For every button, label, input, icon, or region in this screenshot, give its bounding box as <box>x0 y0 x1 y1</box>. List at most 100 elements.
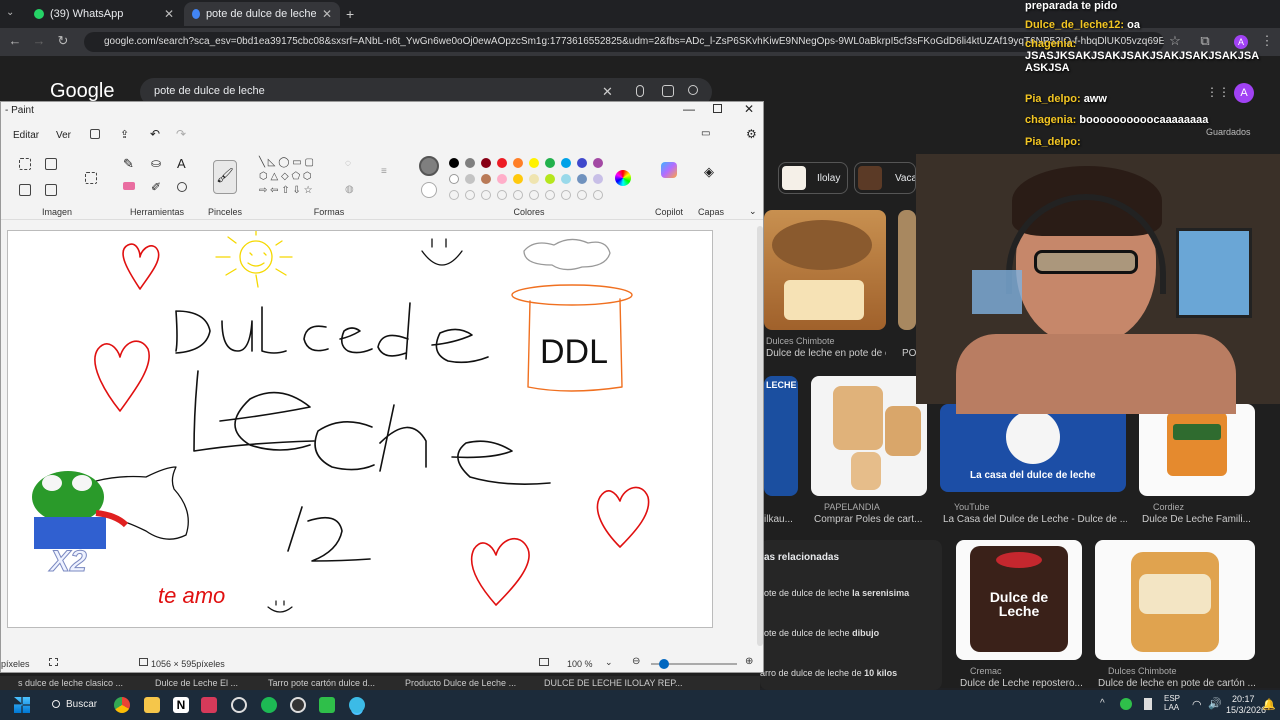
empty-swatch[interactable] <box>529 190 539 200</box>
chip-vaca[interactable]: Vaca <box>854 162 916 194</box>
tray-chevron-icon[interactable]: ^ <box>1100 698 1105 709</box>
empty-swatch[interactable] <box>577 190 587 200</box>
bottom-result[interactable]: Producto Dulce de Leche ... <box>405 678 516 688</box>
tab-list-button[interactable]: ⌄ <box>6 7 20 21</box>
fill-icon[interactable]: ⛀ <box>151 156 161 170</box>
empty-swatch[interactable] <box>561 190 571 200</box>
color-swatch[interactable] <box>593 158 603 168</box>
comment-icon[interactable]: ▭ <box>701 128 710 139</box>
zoom-out-icon[interactable]: ⊖ <box>632 656 640 667</box>
redo-icon[interactable]: ↷ <box>176 127 186 141</box>
spotify-icon[interactable] <box>261 697 277 713</box>
eraser-icon[interactable] <box>123 182 135 190</box>
outline-icon[interactable]: ◌ <box>345 158 351 169</box>
rotate-tool-icon[interactable] <box>45 184 57 196</box>
search-icon[interactable] <box>688 85 698 95</box>
wifi-icon[interactable]: ◠ <box>1192 698 1202 711</box>
empty-swatch[interactable] <box>545 190 555 200</box>
color-swatch[interactable] <box>545 174 555 184</box>
magnifier-icon[interactable] <box>177 182 187 192</box>
color-swatch[interactable] <box>577 174 587 184</box>
color-swatch[interactable] <box>465 174 475 184</box>
related-item[interactable]: ote de dulce de leche la serenisima <box>764 588 909 598</box>
url-field[interactable]: google.com/search?sca_esv=0bd1ea39175cbc… <box>84 32 1164 52</box>
tab-google-search[interactable]: pote de dulce de leche - Busca ✕ <box>184 2 340 26</box>
result-caption[interactable]: Dulce De Leche Famili... <box>1142 514 1257 525</box>
minimize-button[interactable]: — <box>683 102 695 116</box>
obs-icon[interactable] <box>290 697 306 713</box>
result-caption-partial-2[interactable]: ilkau... <box>764 514 793 525</box>
notion-icon[interactable]: N <box>173 697 189 713</box>
shapes-grid-icon[interactable]: ╲ ◺ ◯ ▭ ▢ ⬡ △ ◇ ⬠ ⬡ ⇨ ⇦ ⇧ ⇩ ☆ <box>259 156 329 200</box>
paint-icon[interactable] <box>349 697 365 713</box>
chrome-icon[interactable] <box>114 697 130 713</box>
color-swatch[interactable] <box>513 174 523 184</box>
empty-swatch[interactable] <box>497 190 507 200</box>
bottom-result[interactable]: DULCE DE LECHE ILOLAY REP... <box>544 678 683 688</box>
menu-editar[interactable]: Editar <box>13 130 39 141</box>
result-caption[interactable]: Dulce de Leche repostero... <box>960 678 1084 689</box>
color-swatch[interactable] <box>481 158 491 168</box>
clock-time[interactable]: 20:17 <box>1232 694 1255 704</box>
maximize-button[interactable] <box>713 104 722 113</box>
new-tab-button[interactable]: + <box>346 6 354 22</box>
result-caption-partial[interactable]: PO <box>902 348 916 359</box>
openai-icon[interactable] <box>231 697 247 713</box>
result-image-cordiez[interactable] <box>1139 404 1255 496</box>
tray-usb-icon[interactable] <box>1144 698 1152 710</box>
bottom-result[interactable]: Tarro pote cartón dulce d... <box>268 678 375 688</box>
text-icon[interactable]: A <box>177 156 186 171</box>
related-item[interactable]: arro de dulce de leche de 10 kilos <box>760 668 897 678</box>
back-icon[interactable]: ← <box>6 33 24 51</box>
result-image-youtube[interactable]: La casa del dulce de leche <box>940 404 1126 492</box>
color-swatch[interactable] <box>561 174 571 184</box>
result-image-chimbote-1[interactable] <box>764 210 886 330</box>
active-color-primary[interactable] <box>419 156 439 176</box>
color-swatch[interactable] <box>497 174 507 184</box>
google-logo[interactable]: Google <box>50 80 115 103</box>
result-image-cremac[interactable]: Dulce de Leche <box>956 540 1082 660</box>
color-swatch[interactable] <box>577 158 587 168</box>
snipping-icon[interactable] <box>201 697 217 713</box>
bottom-result[interactable]: s dulce de leche clasico ... <box>18 678 123 688</box>
result-image-partial-2[interactable]: LECHE <box>764 376 798 496</box>
empty-swatch[interactable] <box>449 190 459 200</box>
save-icon[interactable] <box>90 129 100 139</box>
app-green-icon[interactable] <box>319 697 335 713</box>
result-caption[interactable]: Dulce de leche en pote de cartón ... <box>1098 678 1258 689</box>
tray-app-icon[interactable] <box>1120 698 1132 710</box>
empty-swatch[interactable] <box>593 190 603 200</box>
drawing-canvas[interactable]: DDL te amo X2 <box>7 230 713 628</box>
chip-ilolay[interactable]: Ilolay <box>778 162 848 194</box>
undo-icon[interactable]: ↶ <box>150 127 160 141</box>
clear-icon[interactable]: ✕ <box>602 84 613 100</box>
language-indicator[interactable]: ESP LAA <box>1164 694 1180 712</box>
result-caption[interactable]: Dulce de leche en pote de car... <box>766 348 886 359</box>
color-swatch[interactable] <box>481 174 491 184</box>
stroke-size-icon[interactable]: ≡ <box>381 166 387 177</box>
crop-tool-icon[interactable] <box>45 158 57 170</box>
menu-ver[interactable]: Ver <box>56 130 71 141</box>
notifications-icon[interactable]: 🔔 <box>1262 698 1276 711</box>
edit-colors-icon[interactable] <box>615 170 631 186</box>
file-explorer-icon[interactable] <box>144 697 160 713</box>
close-tab-icon[interactable]: ✕ <box>158 7 174 21</box>
share-icon[interactable]: ⇪ <box>120 128 129 141</box>
color-swatch[interactable] <box>513 158 523 168</box>
reload-icon[interactable]: ↻ <box>54 33 72 51</box>
color-picker-icon[interactable]: ✐ <box>151 180 161 194</box>
clock-date[interactable]: 15/3/2026 <box>1226 705 1266 715</box>
color-swatch[interactable] <box>545 158 555 168</box>
close-button[interactable]: ✕ <box>744 102 754 116</box>
color-swatch[interactable] <box>497 158 507 168</box>
zoom-dropdown-icon[interactable]: ⌄ <box>605 657 613 668</box>
tab-whatsapp[interactable]: (39) WhatsApp ✕ <box>26 2 182 26</box>
brush-icon[interactable]: 🖌 <box>213 160 237 194</box>
ribbon-expand-icon[interactable]: ⌄ <box>749 206 757 217</box>
lens-icon[interactable] <box>662 85 674 97</box>
volume-icon[interactable]: 🔊 <box>1208 697 1222 710</box>
fit-icon[interactable] <box>539 658 549 666</box>
result-image-papelandia[interactable] <box>811 376 927 496</box>
zoom-level[interactable]: 100 % <box>567 659 593 669</box>
empty-swatch[interactable] <box>465 190 475 200</box>
